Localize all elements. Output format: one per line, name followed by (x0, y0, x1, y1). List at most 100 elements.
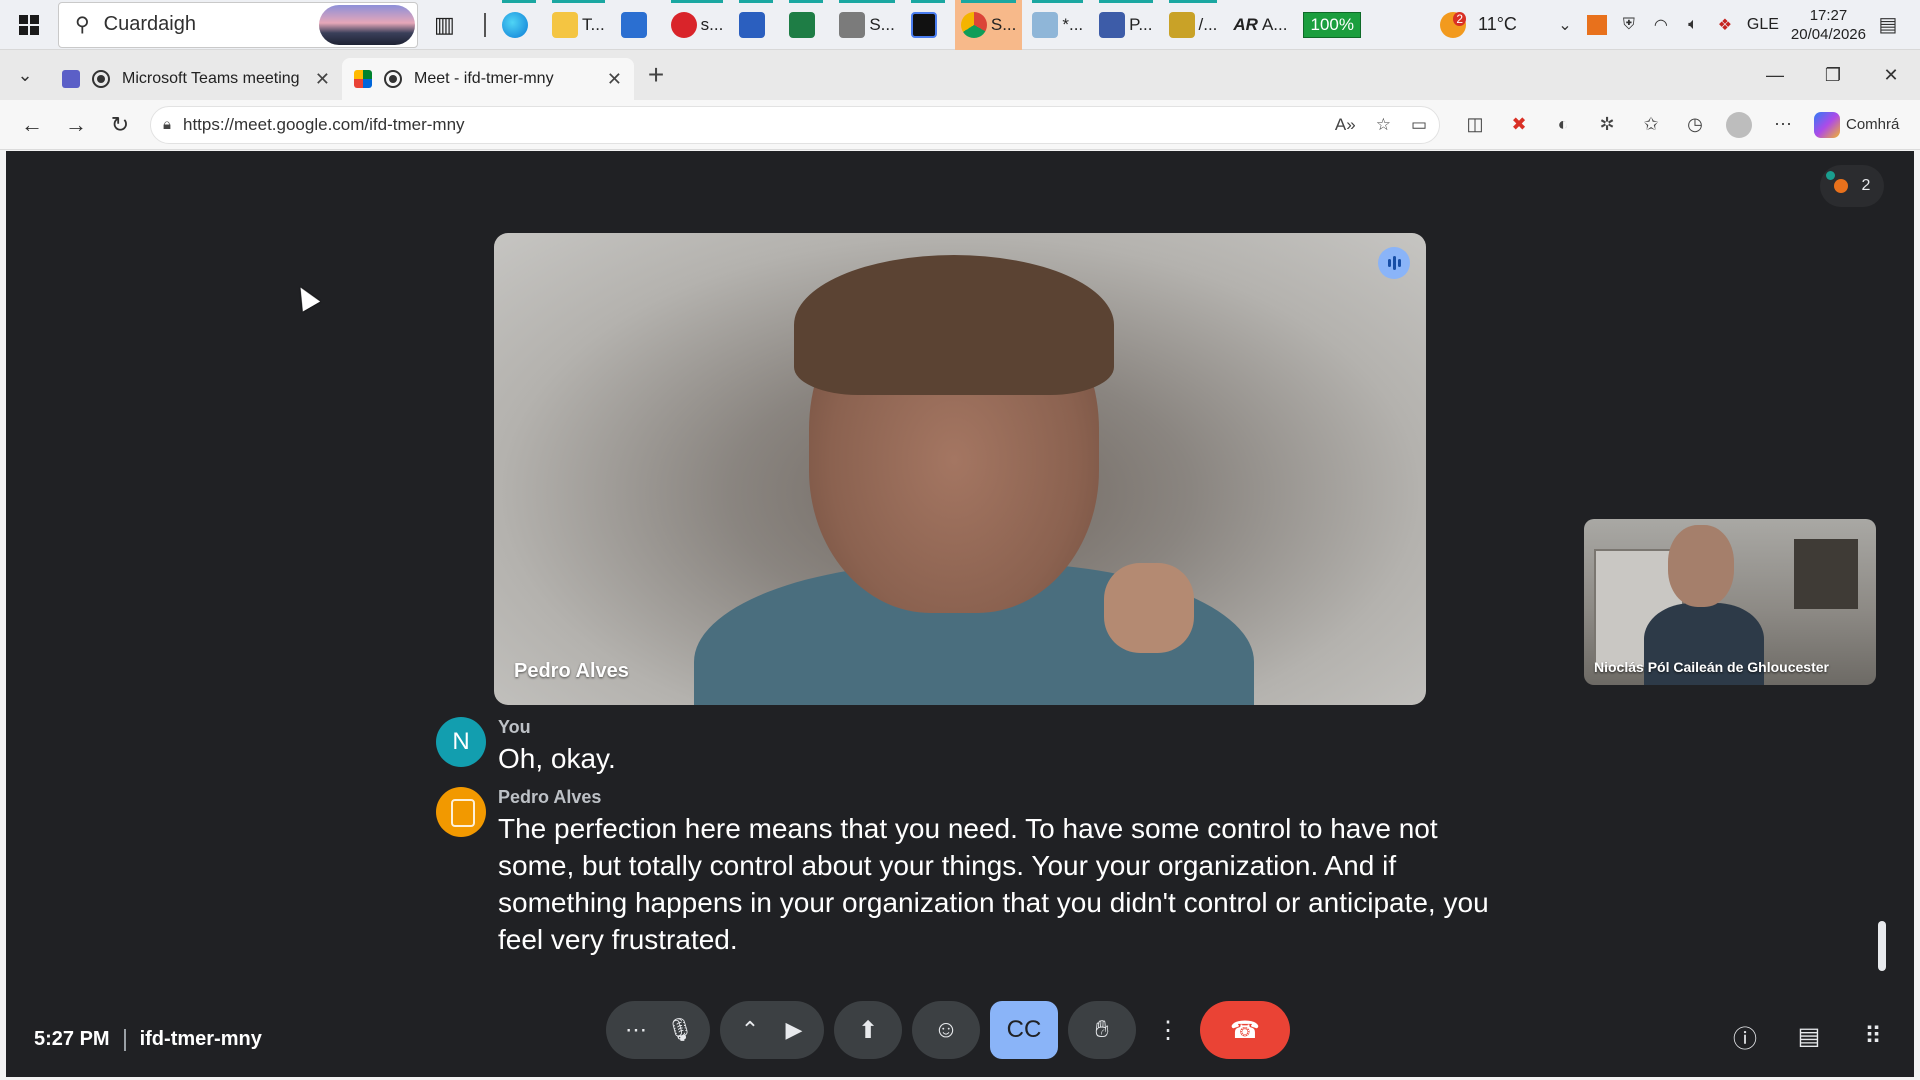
extension-red-icon[interactable]: ✖ (1506, 112, 1532, 138)
captions-button[interactable]: CC (990, 1001, 1058, 1059)
minimize-button[interactable]: — (1746, 50, 1804, 100)
plus-icon: + (647, 59, 665, 90)
taskbar: ⚲ Cuardaigh ▥ T... s... S... S... *... P… (0, 0, 1920, 50)
microphone-button[interactable]: 🎙︎ (658, 1001, 702, 1059)
dropbox-icon[interactable]: ❖ (1715, 15, 1735, 35)
raise-hand-button[interactable]: ✋︎ (1068, 1001, 1136, 1059)
taskbar-app-w[interactable] (905, 0, 951, 50)
task-view-button[interactable]: ▥ (428, 0, 474, 50)
copilot-icon (1814, 111, 1840, 138)
info-icon: ⓘ (1733, 1025, 1757, 1053)
caption-speaker: You (498, 717, 531, 737)
taskbar-app-label: S... (990, 14, 1017, 34)
taskbar-app-label: P... (1129, 14, 1153, 34)
copilot-button[interactable]: Comhrá (1814, 111, 1900, 138)
taskbar-search[interactable]: ⚲ Cuardaigh (58, 1, 418, 48)
close-tab-icon[interactable]: ✕ (607, 69, 622, 90)
tab-title: Meet - ifd-tmer-mny (414, 70, 554, 87)
taskbar-app-p[interactable]: P... (1093, 0, 1158, 50)
camera-icon[interactable]: ▭ (1411, 115, 1427, 135)
chat-button[interactable]: ▤ (1794, 1021, 1824, 1051)
url-field[interactable]: 🔒︎ https://meet.google.com/ifd-tmer-mny … (150, 105, 1440, 144)
shield-icon[interactable]: ⛨ (1619, 15, 1639, 35)
favorite-star-icon[interactable]: ☆ (1376, 115, 1391, 135)
more-options-button[interactable]: ⋮ (1146, 1001, 1190, 1059)
taskbar-app-word[interactable] (733, 0, 779, 50)
language-indicator[interactable]: GLE (1747, 16, 1779, 34)
self-video-tile[interactable]: Nioclás Pól Caileán de Ghloucester (1584, 519, 1876, 685)
camera-button[interactable]: ▶︎ (772, 1001, 816, 1059)
chevron-up-icon[interactable]: ⌄ (1555, 15, 1575, 35)
taskbar-app-star[interactable]: *... (1026, 0, 1089, 50)
close-tab-icon[interactable]: ✕ (315, 69, 330, 90)
close-window-button[interactable]: ✕ (1862, 50, 1920, 100)
tab-meet[interactable]: Meet - ifd-tmer-mny ✕ (342, 58, 634, 100)
participant-count: 2 (1861, 177, 1871, 194)
weather-icon[interactable]: 2 (1440, 11, 1467, 38)
reactions-button[interactable]: ☺ (912, 1001, 980, 1059)
tray-app-icon[interactable] (1586, 14, 1607, 35)
meeting-details-button[interactable]: ⓘ (1730, 1021, 1760, 1053)
tab-teams[interactable]: Microsoft Teams meeting | Mi ✕ (50, 58, 342, 100)
lock-icon: 🔒︎ (163, 116, 171, 133)
extensions-icon[interactable]: ✲ (1594, 112, 1620, 138)
caption-text: Oh, okay. (498, 743, 616, 774)
caption-speaker: Pedro Alves (498, 787, 602, 807)
history-icon[interactable]: ◷ (1682, 112, 1708, 138)
video-figure (794, 255, 1114, 395)
taskbar-app-store[interactable] (615, 0, 661, 50)
refresh-button[interactable]: ↻ (98, 103, 142, 147)
back-button[interactable]: ← (10, 103, 54, 147)
windows-logo-icon (19, 14, 39, 35)
chrome-icon (960, 11, 987, 38)
video-figure (1794, 539, 1858, 609)
read-aloud-icon[interactable]: A» (1335, 115, 1356, 135)
split-screen-icon[interactable]: ◫ (1462, 112, 1488, 138)
favorites-icon[interactable]: ✩ (1638, 112, 1664, 138)
taskbar-app-chrome[interactable]: S... (954, 0, 1023, 50)
activities-button[interactable]: ⠿ (1858, 1021, 1888, 1051)
app-s2-icon (839, 11, 866, 38)
taskbar-app-s2[interactable]: S... (833, 0, 901, 50)
extension-gray-icon[interactable]: ◐ (1550, 112, 1576, 138)
caption-entry: Pedro Alves The perfection here means th… (436, 787, 1496, 958)
start-button[interactable] (0, 0, 58, 50)
store-icon (620, 11, 647, 38)
volume-icon[interactable]: 🔈︎ (1683, 15, 1703, 35)
wifi-icon[interactable]: ◠ (1651, 15, 1671, 35)
taskbar-app-label: S... (869, 14, 895, 34)
participants-badge[interactable]: 2 (1820, 165, 1884, 207)
taskbar-app-m[interactable]: /... (1163, 0, 1224, 50)
battery-indicator[interactable]: 100% (1297, 0, 1366, 50)
caption-entry: N You Oh, okay. (436, 717, 1496, 777)
end-call-icon: ☎︎ (1230, 1016, 1260, 1044)
leave-call-button[interactable]: ☎︎ (1200, 1001, 1290, 1059)
forward-arrow-icon: → (65, 111, 87, 137)
new-tab-button[interactable]: + (634, 53, 678, 97)
meeting-code: ifd-tmer-mny (139, 1028, 262, 1050)
app-star-icon (1032, 11, 1059, 38)
taskbar-app-edge[interactable] (496, 0, 542, 50)
audio-options-button[interactable]: ⋯ (614, 1001, 658, 1059)
taskbar-app-excel[interactable] (783, 0, 829, 50)
video-options-button[interactable]: ⌃ (728, 1001, 772, 1059)
copilot-label: Comhrá (1846, 116, 1900, 133)
taskbar-app-ar[interactable]: AR A... (1227, 0, 1293, 50)
taskbar-app-explorer[interactable]: T... (546, 0, 611, 50)
restore-button[interactable]: ❐ (1804, 50, 1862, 100)
present-screen-button[interactable]: ⬆︎ (834, 1001, 902, 1059)
captions-scrollbar[interactable] (1878, 921, 1886, 971)
notifications-icon[interactable]: ▤ (1878, 14, 1898, 36)
clock[interactable]: 17:27 20/04/2026 (1791, 6, 1866, 44)
minimize-icon: — (1766, 64, 1784, 85)
tab-actions-menu[interactable]: ⌄ (0, 50, 50, 100)
profile-icon[interactable] (1726, 111, 1752, 138)
main-video-tile[interactable]: Pedro Alves (494, 233, 1426, 705)
meet-stage: 2 Pedro Alves Nioclás Pól Caileán de Ghl… (6, 151, 1914, 1077)
video-figure (1668, 525, 1734, 607)
back-arrow-icon: ← (21, 111, 43, 137)
taskbar-app-s[interactable]: s... (665, 0, 730, 50)
search-icon: ⚲ (75, 14, 90, 36)
more-options-icon[interactable]: ⋯ (1770, 112, 1796, 138)
forward-button[interactable]: → (54, 103, 98, 147)
